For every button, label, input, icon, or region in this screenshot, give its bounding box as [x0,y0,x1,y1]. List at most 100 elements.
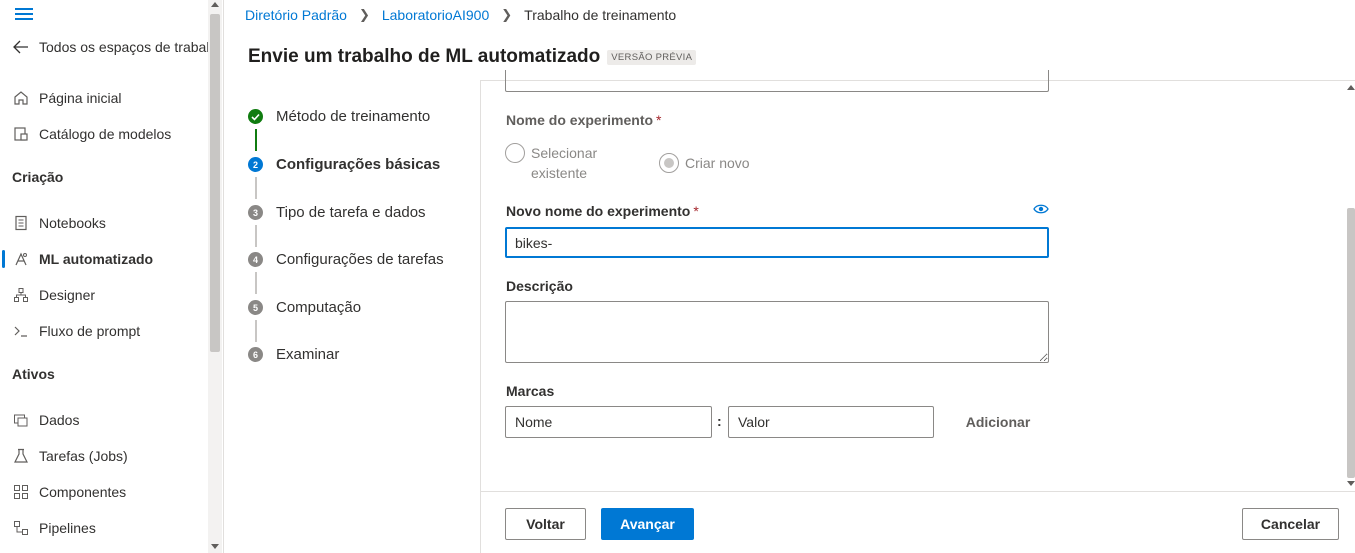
radio-circle-selected[interactable] [659,153,679,173]
nav-item-designer[interactable]: Designer [0,280,208,310]
new-experiment-name-input[interactable] [505,227,1049,258]
nav-item-label: Componentes [39,484,127,500]
step-number: 5 [248,300,263,315]
radio-select-existing[interactable]: Selecionar existente [505,143,611,183]
wizard-step-1[interactable]: Método de treinamento [248,108,430,125]
automl-icon [12,250,30,268]
nav-item-prompt-flow[interactable]: Fluxo de prompt [0,316,208,346]
notebook-icon [12,214,30,232]
page-title: Envie um trabalho de ML automatizado VER… [248,46,697,68]
wizard-step-6[interactable]: 6 Examinar [248,346,339,363]
eye-icon[interactable] [1033,203,1049,215]
nav-item-automl[interactable]: ML automatizado [0,244,208,274]
step-label: Computação [276,299,362,316]
experiment-radio-group: Selecionar existente Criar novo [505,143,765,183]
nav-item-label: Catálogo de modelos [39,126,172,142]
description-label: Descrição [506,278,573,294]
nav-item-label: Página inicial [39,90,122,106]
sidebar-scroll-thumb[interactable] [210,14,220,352]
back-label: Todos os espaços de trabal [39,39,208,55]
wizard-step-3[interactable]: 3 Tipo de tarefa e dados [248,204,426,221]
nav-item-jobs[interactable]: Tarefas (Jobs) [0,441,208,471]
scroll-down-arrow-icon[interactable] [1347,481,1355,486]
hamburger-menu-icon[interactable] [15,8,33,20]
back-to-workspaces[interactable]: Todos os espaços de trabal [0,32,208,62]
nav-item-notebooks[interactable]: Notebooks [0,208,208,238]
step-label: Tipo de tarefa e dados [276,204,426,221]
step-label: Configurações básicas [276,156,441,173]
pipelines-icon [12,519,30,537]
nav-item-home[interactable]: Página inicial [0,83,208,113]
label-text: Nome do experimento [506,112,654,128]
nav-item-components[interactable]: Componentes [0,477,208,507]
step-number: 3 [248,205,263,220]
radio-circle[interactable] [505,143,525,163]
scroll-up-arrow-icon[interactable] [211,2,219,7]
wizard-step-5[interactable]: 5 Computação [248,299,361,316]
tags-label: Marcas [506,383,555,399]
description-textarea[interactable] [505,301,1049,363]
tag-separator: : [717,413,722,429]
chevron-right-icon: ❯ [501,7,513,22]
nav-item-label: Dados [39,412,80,428]
footer-divider [481,491,1355,492]
nav-item-label: Designer [39,287,96,303]
nav-item-label: Fluxo de prompt [39,323,141,339]
page-title-text: Envie um trabalho de ML automatizado [248,46,601,67]
breadcrumb: Diretório Padrão ❯ LaboratorioAI900 ❯ Tr… [245,6,676,24]
breadcrumb-workspace[interactable]: LaboratorioAI900 [382,7,489,23]
arrow-left-icon [12,38,30,56]
tag-name-input[interactable] [505,406,712,438]
required-mark: * [693,203,699,219]
components-icon [12,483,30,501]
radio-create-new[interactable]: Criar novo [659,153,765,183]
section-heading-creation: Criação [12,169,64,185]
label-text: Novo nome do experimento [506,203,691,219]
experiment-name-label: Nome do experimento * [506,112,661,128]
step-label: Método de treinamento [276,108,431,125]
nav-item-model-catalog[interactable]: Catálogo de modelos [0,119,208,149]
next-button[interactable]: Avançar [601,508,694,540]
preview-badge: VERSÃO PRÉVIA [607,49,697,65]
section-heading-assets: Ativos [12,366,55,382]
scroll-up-arrow-icon[interactable] [1347,85,1355,90]
home-icon [12,89,30,107]
add-tag-button[interactable]: Adicionar [955,406,1041,438]
catalog-icon [12,125,30,143]
step-number: 2 [248,157,263,172]
wizard-step-2[interactable]: 2 Configurações básicas [248,156,440,173]
breadcrumb-directory[interactable]: Diretório Padrão [245,7,347,23]
tag-value-input[interactable] [728,406,934,438]
breadcrumb-current: Trabalho de treinamento [524,7,677,23]
main-scroll-thumb[interactable] [1347,208,1355,478]
nav-item-data[interactable]: Dados [0,405,208,435]
wizard-step-4[interactable]: 4 Configurações de tarefas [248,251,444,268]
nav-item-label: ML automatizado [39,251,154,267]
designer-icon [12,286,30,304]
radio-label: Selecionar existente [531,145,598,181]
cancel-button[interactable]: Cancelar [1242,508,1339,540]
step-number: 6 [248,347,263,362]
scroll-down-arrow-icon[interactable] [211,544,219,549]
back-button[interactable]: Voltar [505,508,586,540]
step-label: Configurações de tarefas [276,251,444,268]
step-connector [255,129,257,151]
panel-divider [480,81,481,553]
nav-item-label: Notebooks [39,215,106,231]
step-connector [255,177,257,199]
jobs-icon [12,447,30,465]
data-icon [12,411,30,429]
radio-label: Criar novo [685,155,750,171]
step-number: 4 [248,252,263,267]
chevron-right-icon: ❯ [358,7,370,22]
step-connector [255,320,257,342]
required-mark: * [656,112,662,128]
step-connector [255,272,257,294]
nav-item-pipelines[interactable]: Pipelines [0,513,208,543]
previous-field-bottom[interactable] [505,70,1049,92]
step-connector [255,225,257,247]
prompt-flow-icon [12,322,30,340]
new-experiment-name-label: Novo nome do experimento * [506,203,699,219]
nav-item-label: Tarefas (Jobs) [39,448,128,464]
nav-item-label: Pipelines [39,520,96,536]
